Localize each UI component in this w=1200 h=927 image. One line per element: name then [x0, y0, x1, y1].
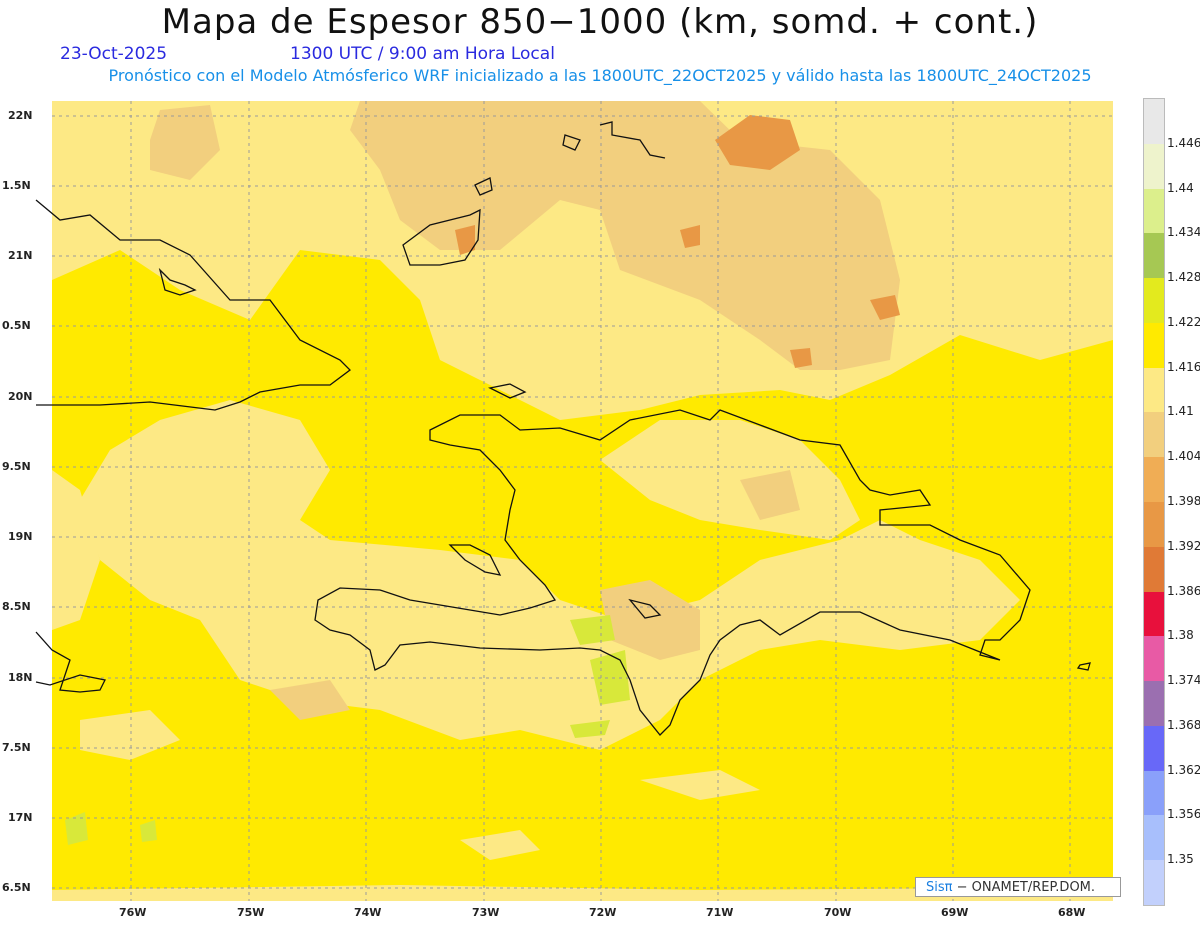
- lat-tick-label: 9.5N: [2, 460, 31, 473]
- colorbar-segment: [1144, 636, 1164, 682]
- colorbar: [1143, 98, 1165, 906]
- lon-tick-label: 70W: [824, 906, 852, 919]
- colorbar-label: 1.35: [1167, 852, 1194, 867]
- credit-box: Sisπ − ONAMET/REP.DOM.: [915, 877, 1121, 897]
- colorbar-label: 1.386: [1167, 583, 1200, 598]
- lon-tick-label: 76W: [119, 906, 147, 919]
- lon-tick-label: 71W: [706, 906, 734, 919]
- colorbar-segment: [1144, 457, 1164, 503]
- colorbar-label: 1.368: [1167, 717, 1200, 732]
- lat-tick-label: 21N: [8, 249, 33, 262]
- lat-tick-label: 1.5N: [2, 179, 31, 192]
- colorbar-label: 1.416: [1167, 359, 1200, 374]
- colorbar-label: 1.434: [1167, 225, 1200, 240]
- colorbar-label: 1.362: [1167, 762, 1200, 777]
- colorbar-segment: [1144, 99, 1164, 144]
- lon-tick-label: 73W: [472, 906, 500, 919]
- thickness-map: [35, 101, 1113, 901]
- lon-tick-label: 75W: [237, 906, 265, 919]
- colorbar-segment: [1144, 322, 1164, 368]
- colorbar-segment: [1144, 591, 1164, 637]
- colorbar-segment: [1144, 412, 1164, 458]
- colorbar-label: 1.44: [1167, 180, 1194, 195]
- credit-text: − ONAMET/REP.DOM.: [956, 880, 1096, 895]
- colorbar-label: 1.446: [1167, 135, 1200, 150]
- lat-tick-label: 6.5N: [2, 881, 31, 894]
- colorbar-label: 1.422: [1167, 314, 1200, 329]
- lat-tick-label: 19N: [8, 530, 33, 543]
- colorbar-segment: [1144, 143, 1164, 189]
- colorbar-label: 1.38: [1167, 628, 1194, 643]
- colorbar-segment: [1144, 546, 1164, 592]
- lat-tick-label: 0.5N: [2, 319, 31, 332]
- colorbar-label: 1.428: [1167, 270, 1200, 285]
- colorbar-segment: [1144, 188, 1164, 234]
- lat-tick-label: 7.5N: [2, 741, 31, 754]
- lat-tick-label: 22N: [8, 109, 33, 122]
- colorbar-segment: [1144, 233, 1164, 279]
- lat-tick-label: 17N: [8, 811, 33, 824]
- colorbar-label: 1.356: [1167, 807, 1200, 822]
- lon-tick-label: 69W: [941, 906, 969, 919]
- colorbar-segment: [1144, 725, 1164, 771]
- lon-tick-label: 68W: [1058, 906, 1086, 919]
- lon-tick-label: 72W: [589, 906, 617, 919]
- lat-tick-label: 8.5N: [2, 600, 31, 613]
- colorbar-segment: [1144, 502, 1164, 547]
- colorbar-segment: [1144, 815, 1164, 861]
- colorbar-segment: [1144, 860, 1164, 906]
- colorbar-label: 1.374: [1167, 673, 1200, 688]
- colorbar-label: 1.41: [1167, 404, 1194, 419]
- lat-tick-label: 20N: [8, 390, 33, 403]
- colorbar-segment: [1144, 367, 1164, 413]
- colorbar-segment: [1144, 681, 1164, 727]
- colorbar-segment: [1144, 278, 1164, 324]
- lat-tick-label: 18N: [8, 671, 33, 684]
- lon-tick-label: 74W: [354, 906, 382, 919]
- colorbar-label: 1.398: [1167, 494, 1200, 508]
- colorbar-label: 1.392: [1167, 538, 1200, 553]
- colorbar-label: 1.404: [1167, 449, 1200, 464]
- credit-brand: Sisπ: [926, 880, 953, 895]
- colorbar-segment: [1144, 770, 1164, 816]
